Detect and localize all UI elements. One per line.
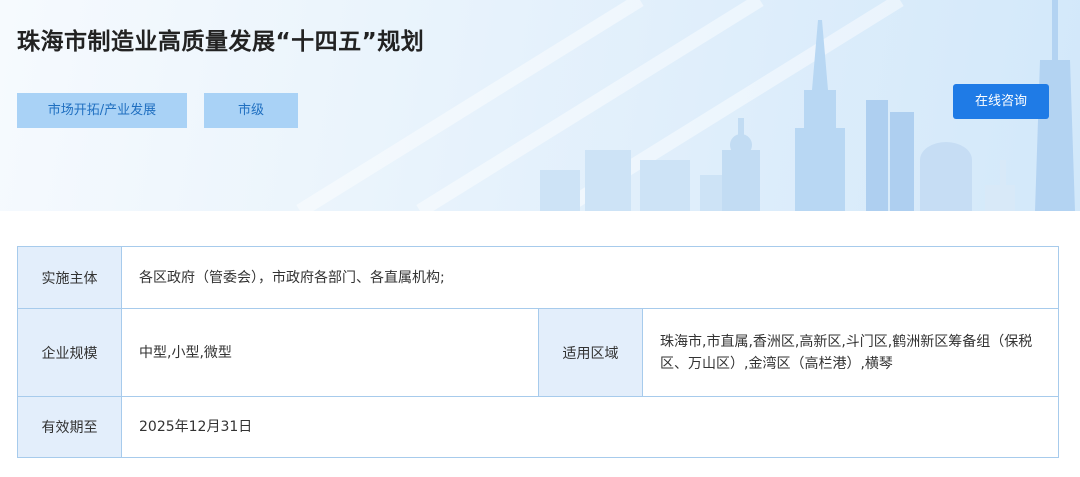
region-value: 珠海市,市直属,香洲区,高新区,斗门区,鹤洲新区筹备组（保税区、万山区）,金湾区… — [660, 333, 1033, 372]
validity-label: 有效期至 — [18, 397, 122, 457]
table-row: 企业规模 中型,小型,微型 适用区域 珠海市,市直属,香洲区,高新区,斗门区,鹤… — [18, 309, 1058, 397]
category-tag: 市场开拓/产业发展 — [17, 93, 187, 128]
implementer-value: 各区政府（管委会），市政府各部门、各直属机构; — [139, 269, 445, 286]
header-banner: 珠海市制造业高质量发展“十四五”规划 市场开拓/产业发展 市级 在线咨询 — [0, 0, 1080, 211]
region-label: 适用区域 — [538, 309, 643, 396]
implementer-label: 实施主体 — [18, 247, 122, 308]
company-size-value: 中型,小型,微型 — [139, 344, 232, 361]
company-size-label: 企业规模 — [18, 309, 122, 396]
validity-value: 2025年12月31日 — [139, 419, 253, 435]
page-title: 珠海市制造业高质量发展“十四五”规划 — [17, 29, 425, 55]
online-consult-button[interactable]: 在线咨询 — [953, 84, 1049, 119]
table-row: 有效期至 2025年12月31日 — [18, 397, 1058, 457]
level-tag: 市级 — [204, 93, 298, 128]
policy-info-table: 实施主体 各区政府（管委会），市政府各部门、各直属机构; 企业规模 中型,小型,… — [17, 246, 1059, 458]
table-row: 实施主体 各区政府（管委会），市政府各部门、各直属机构; — [18, 247, 1058, 309]
